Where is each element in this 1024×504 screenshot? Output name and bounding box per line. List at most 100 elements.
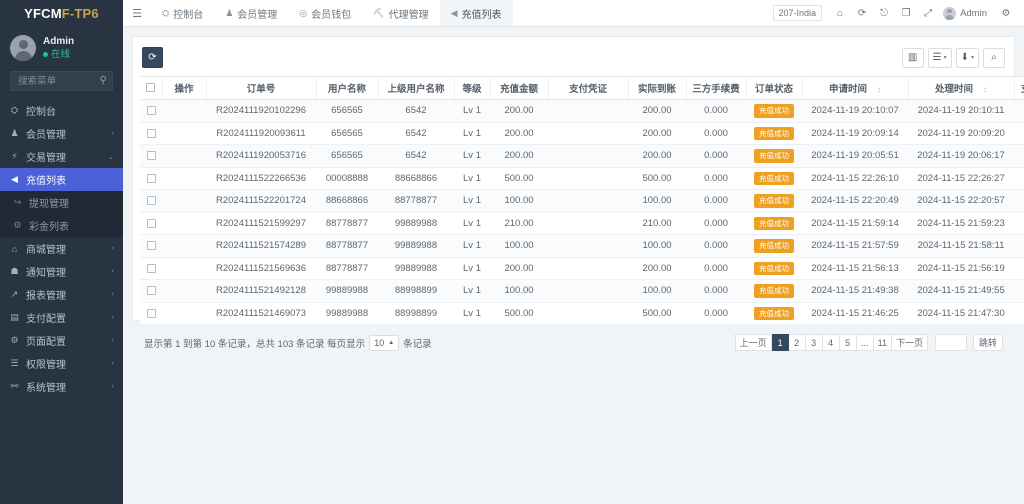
search-button[interactable]: ⌕ bbox=[983, 48, 1005, 68]
brand-logo[interactable]: YFCMF-TP6 bbox=[0, 0, 123, 27]
cell-fee: 0.000 bbox=[686, 145, 746, 168]
sidebar-item-10[interactable]: ⚙页面配置‹ bbox=[0, 329, 123, 352]
row-checkbox[interactable] bbox=[147, 196, 156, 205]
search-icon[interactable]: ⚲ bbox=[100, 75, 107, 86]
cell-level: Lv 1 bbox=[454, 190, 490, 213]
tab-0[interactable]: ⛭控制台 bbox=[151, 0, 214, 26]
sidebar-item-3[interactable]: ◀充值列表 bbox=[0, 168, 123, 191]
pagination-page-4[interactable]: 4 bbox=[823, 334, 840, 351]
table-row[interactable]: R20241115222665360000888888668866Lv 1500… bbox=[140, 167, 1024, 190]
pagination-prev-button[interactable]: 上一页 bbox=[735, 334, 772, 351]
page-size-select[interactable]: 10 ▲ bbox=[369, 335, 399, 351]
cell-check[interactable] bbox=[140, 212, 162, 235]
sidebar-item-6[interactable]: ⌂商城管理‹ bbox=[0, 237, 123, 260]
column-header-fee: 三方手续费 bbox=[686, 77, 746, 100]
row-checkbox[interactable] bbox=[147, 286, 156, 295]
sidebar-item-9[interactable]: ▤支付配置‹ bbox=[0, 306, 123, 329]
pagination-page-3[interactable]: 3 bbox=[806, 334, 823, 351]
cell-check[interactable] bbox=[140, 280, 162, 303]
view-mode-button[interactable]: ☰▾ bbox=[928, 48, 952, 68]
tab-2[interactable]: ◎会员钱包 bbox=[288, 0, 362, 26]
row-checkbox[interactable] bbox=[147, 241, 156, 250]
cell-check[interactable] bbox=[140, 257, 162, 280]
cell-level: Lv 1 bbox=[454, 100, 490, 123]
sort-icon[interactable]: ↕ bbox=[983, 85, 987, 94]
cell-user_name: 88778877 bbox=[316, 235, 378, 258]
cell-check[interactable] bbox=[140, 122, 162, 145]
cell-voucher bbox=[548, 167, 628, 190]
pagination-page-5[interactable]: 5 bbox=[840, 334, 857, 351]
column-header-apply_time[interactable]: 申请时间↕ bbox=[802, 77, 908, 100]
column-header-order_no: 订单号 bbox=[206, 77, 316, 100]
cell-check[interactable] bbox=[140, 235, 162, 258]
select-all-checkbox[interactable] bbox=[146, 83, 155, 92]
sort-icon[interactable]: ↕ bbox=[877, 85, 881, 94]
cell-amount: 100.00 bbox=[490, 235, 548, 258]
row-checkbox[interactable] bbox=[147, 174, 156, 183]
chevron-icon: ‹ bbox=[112, 245, 114, 252]
tab-3[interactable]: ⛏代理管理 bbox=[362, 0, 439, 26]
cell-check[interactable] bbox=[140, 100, 162, 123]
table-row[interactable]: R20241119200936116565656542Lv 1200.00200… bbox=[140, 122, 1024, 145]
sidebar-item-5[interactable]: ⚙彩金列表 bbox=[0, 214, 123, 237]
table-row[interactable]: R20241115215992978877887799889988Lv 1210… bbox=[140, 212, 1024, 235]
sidebar-item-12[interactable]: ⚯系统管理‹ bbox=[0, 375, 123, 398]
cell-check[interactable] bbox=[140, 145, 162, 168]
pagination-page-1[interactable]: 1 bbox=[772, 334, 789, 351]
cell-voucher bbox=[548, 122, 628, 145]
cell-check[interactable] bbox=[140, 190, 162, 213]
sidebar-item-1[interactable]: ♟会员管理‹ bbox=[0, 122, 123, 145]
search-input[interactable] bbox=[10, 71, 113, 91]
columns-toggle-button[interactable]: ▥ bbox=[902, 48, 924, 68]
sidebar-item-7[interactable]: ☗通知管理‹ bbox=[0, 260, 123, 283]
pagination-jump-button[interactable]: 跳转 bbox=[973, 334, 1003, 351]
row-checkbox[interactable] bbox=[147, 106, 156, 115]
row-checkbox[interactable] bbox=[147, 129, 156, 138]
row-checkbox[interactable] bbox=[147, 219, 156, 228]
cell-check[interactable] bbox=[140, 167, 162, 190]
table-row[interactable]: R20241119200537166565656542Lv 1200.00200… bbox=[140, 145, 1024, 168]
cell-amount: 200.00 bbox=[490, 122, 548, 145]
pagination-next-button[interactable]: 下一页 bbox=[892, 334, 928, 351]
row-checkbox[interactable] bbox=[147, 264, 156, 273]
avatar bbox=[10, 35, 36, 61]
column-header-process_time[interactable]: 处理时间↕ bbox=[908, 77, 1014, 100]
table-row[interactable]: R20241115215742898877887799889988Lv 1100… bbox=[140, 235, 1024, 258]
table-row[interactable]: R20241115214690739988998888998899Lv 1500… bbox=[140, 302, 1024, 325]
pagination-jump-input[interactable] bbox=[935, 334, 967, 351]
cell-status: 充值成功 bbox=[746, 100, 802, 123]
table-row[interactable]: R20241115214921289988998888998899Lv 1100… bbox=[140, 280, 1024, 303]
region-chip[interactable]: 207-India bbox=[773, 5, 823, 21]
export-button[interactable]: ⬇▾ bbox=[956, 48, 979, 68]
sidebar-item-4[interactable]: ↪提现管理 bbox=[0, 191, 123, 214]
refresh-icon[interactable]: ⟳ bbox=[142, 47, 163, 68]
sidebar-item-11[interactable]: ☰权限管理‹ bbox=[0, 352, 123, 375]
sidebar-item-0[interactable]: ⛭控制台 bbox=[0, 99, 123, 122]
cell-check[interactable] bbox=[140, 302, 162, 325]
pagination-page-11[interactable]: 11 bbox=[874, 334, 892, 351]
sidebar-item-8[interactable]: ↗报表管理‹ bbox=[0, 283, 123, 306]
sidebar-item-2[interactable]: ⚡交易管理⌄ bbox=[0, 145, 123, 168]
chevron-down-icon: ▾ bbox=[971, 54, 974, 61]
sitemap-icon: ⛏ bbox=[373, 8, 384, 19]
trash-icon[interactable]: ⎋ bbox=[873, 0, 895, 27]
table-row[interactable]: R20241119201022966565656542Lv 1200.00200… bbox=[140, 100, 1024, 123]
row-checkbox[interactable] bbox=[147, 151, 156, 160]
hamburger-icon[interactable]: ☰ bbox=[123, 0, 151, 26]
tab-1[interactable]: ♟会员管理 bbox=[214, 0, 288, 26]
brand-text-secondary: F-TP6 bbox=[62, 6, 99, 21]
refresh-icon[interactable]: ⟳ bbox=[851, 0, 873, 27]
tab-4[interactable]: ◀充值列表 bbox=[440, 0, 513, 26]
table-row[interactable]: R20241115222017248866886688778877Lv 1100… bbox=[140, 190, 1024, 213]
pagination-page-2[interactable]: 2 bbox=[789, 334, 806, 351]
fullscreen-icon[interactable]: ⤢ bbox=[917, 0, 939, 27]
settings-icon[interactable]: ⚙ bbox=[995, 0, 1017, 27]
topbar-user[interactable]: Admin bbox=[939, 7, 995, 20]
cell-process_time: 2024-11-15 22:20:57 bbox=[908, 190, 1014, 213]
home-icon[interactable]: ⌂ bbox=[829, 0, 851, 27]
sidebar-user-card[interactable]: Admin 在线 bbox=[0, 27, 123, 71]
table-row[interactable]: R20241115215696368877887799889988Lv 1200… bbox=[140, 257, 1024, 280]
row-checkbox[interactable] bbox=[147, 309, 156, 318]
pagination-page-...[interactable]: ... bbox=[857, 334, 874, 351]
copy-icon[interactable]: ❐ bbox=[895, 0, 917, 27]
